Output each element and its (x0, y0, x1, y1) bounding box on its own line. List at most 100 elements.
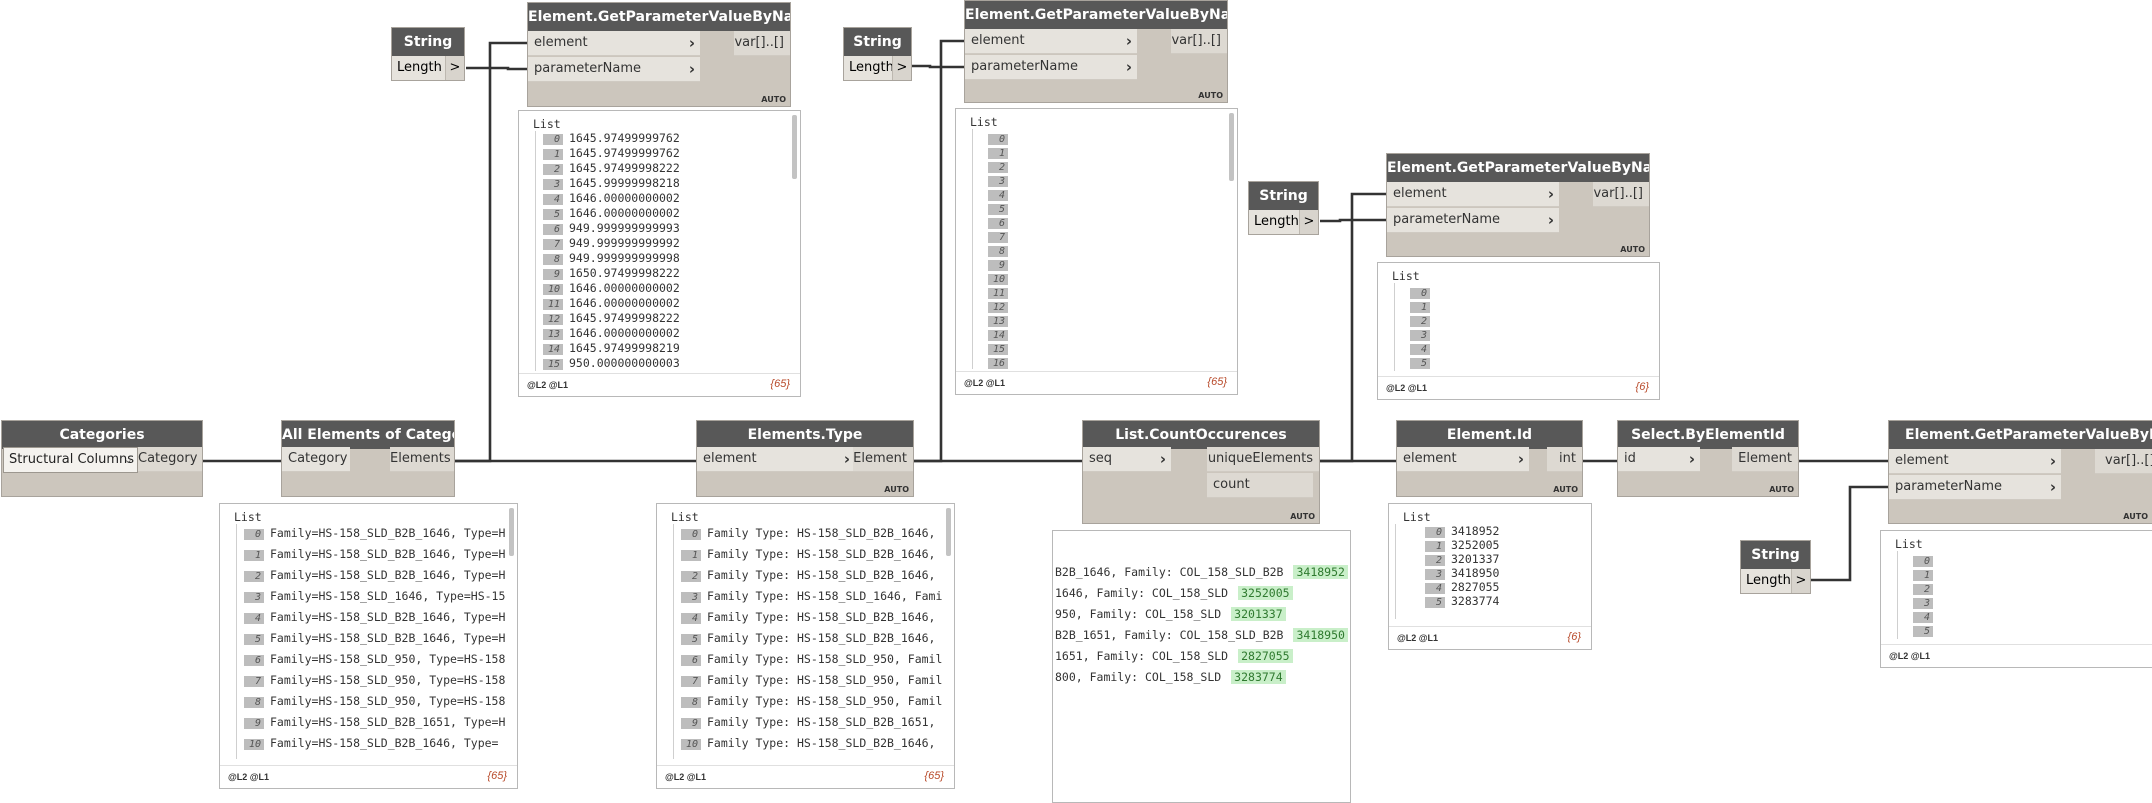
output-port-var[interactable]: var[]..[] (1593, 182, 1649, 207)
input-port-element[interactable]: element › (697, 447, 855, 472)
length-port[interactable]: Length > (392, 56, 464, 80)
list-item: 8 (956, 243, 1237, 257)
chevron-right-icon[interactable]: > (1299, 210, 1318, 234)
list-item: 5 Family=HS-158_SLD_B2B_1646, Type=H (220, 631, 517, 646)
input-port-seq[interactable]: seq › (1083, 447, 1171, 472)
preview-footer: @L2 @L1 {65} (657, 765, 954, 788)
input-port-parameter-name[interactable]: parameterName › (1889, 475, 2061, 500)
chevron-right-icon[interactable]: > (1791, 569, 1810, 593)
input-port-element[interactable]: element › (1889, 449, 2061, 474)
count-occurences-node[interactable]: List.CountOccurences seq › uniqueElements… (1083, 421, 1319, 523)
preview-list-title: List (1392, 269, 1420, 283)
list-levels[interactable]: @L2 @L1 (665, 772, 706, 782)
chevron-right-icon: › (688, 60, 695, 78)
preview-list-title: List (970, 115, 998, 129)
input-port-parameter-name[interactable]: parameterName › (1387, 208, 1559, 233)
preview-get-parameter-1[interactable]: List 0 1645.97499999762 1 1645.97499999762… (518, 110, 801, 397)
lacing-badge[interactable]: AUTO (761, 95, 786, 104)
output-port-count[interactable]: count (1207, 473, 1313, 498)
string-node-2[interactable]: String Length > (844, 28, 911, 80)
element-id-node[interactable]: Element.Id element › int AUTO (1397, 421, 1582, 496)
output-port-var[interactable]: var[]..[] (734, 31, 790, 56)
lacing-badge[interactable]: AUTO (2123, 512, 2148, 521)
list-item: 9 Family Type: HS-158_SLD_B2B_1651, (657, 715, 954, 730)
string-node-4[interactable]: String Length > (1741, 541, 1810, 593)
output-port-var[interactable]: var[]..[] (2095, 449, 2152, 474)
preview-get-parameter-2[interactable]: List 0 1 2 3 4 5 6 7 8 9 10 11 12 13 14 … (955, 108, 1238, 395)
list-item: 10 1646.00000000002 (519, 281, 800, 296)
get-parameter-node-4[interactable]: Element.GetParameterValueByName element ›… (1889, 421, 2152, 523)
port-label: uniqueElements (1207, 451, 1313, 466)
output-port-unique-elements[interactable]: uniqueElements (1207, 447, 1319, 472)
port-label: var[]..[] (1593, 186, 1643, 201)
string-node-1[interactable]: String Length > (392, 28, 464, 80)
list-item: 7 (956, 229, 1237, 243)
categories-node[interactable]: Categories Structural Columns ⌄ Category (2, 421, 202, 496)
lacing-badge[interactable]: AUTO (1769, 485, 1794, 494)
category-dropdown[interactable]: Structural Columns ⌄ (3, 447, 138, 473)
preview-count-occurences[interactable]: B2B_1646, Family: COL_158_SLD_B2B 3418952… (1052, 530, 1351, 803)
input-port-element[interactable]: element › (965, 29, 1137, 54)
input-port-id[interactable]: id › (1618, 447, 1700, 472)
preview-elements-type[interactable]: List 0 Family Type: HS-158_SLD_B2B_1646, … (656, 503, 955, 789)
get-parameter-node-2[interactable]: Element.GetParameterValueByName element ›… (965, 1, 1227, 102)
input-port-element[interactable]: element › (1397, 447, 1529, 472)
string-node-3[interactable]: String Length > (1249, 182, 1318, 234)
list-item: 2 (1881, 581, 2152, 595)
element-id-badge[interactable]: 3418950 (1293, 628, 1348, 642)
list-item: 2 (1378, 313, 1659, 327)
list-item: 0 (1881, 553, 2152, 567)
chevron-right-icon[interactable]: > (445, 56, 464, 80)
output-port-category[interactable]: Category (138, 447, 202, 472)
element-id-badge[interactable]: 3283774 (1231, 670, 1286, 684)
list-levels[interactable]: @L2 @L1 (527, 380, 568, 390)
lacing-badge[interactable]: AUTO (1620, 245, 1645, 254)
element-id-badge[interactable]: 2827055 (1238, 649, 1293, 663)
output-port-int[interactable]: int (1547, 447, 1582, 472)
input-port-element[interactable]: element › (1387, 182, 1559, 207)
output-port-elements[interactable]: Elements (390, 447, 454, 472)
preview-element-id[interactable]: List 0 3418952 1 3252005 2 3201337 3 3418950… (1388, 503, 1592, 650)
list-levels[interactable]: @L2 @L1 (1386, 383, 1427, 393)
output-port-element[interactable]: Element (1732, 447, 1798, 472)
port-label: var[]..[] (2105, 453, 2152, 468)
preview-get-parameter-3[interactable]: List 0 1 2 3 4 5 @L2 @L1 {6} (1377, 262, 1660, 400)
preview-get-parameter-4[interactable]: List 0 1 2 3 4 5 @L2 @L1 (1880, 530, 2152, 668)
preview-rows: 0 Family Type: HS-158_SLD_B2B_1646, 1 Fami… (657, 526, 954, 766)
select-by-element-id-node[interactable]: Select.ByElementId id › Element AUTO (1618, 421, 1798, 496)
list-levels[interactable]: @L2 @L1 (1889, 651, 1930, 661)
wire-string4-to-getparam4 (1811, 485, 1889, 582)
element-id-badge[interactable]: 3252005 (1238, 586, 1293, 600)
get-parameter-node-3[interactable]: Element.GetParameterValueByName element ›… (1387, 154, 1649, 256)
length-port[interactable]: Length > (1741, 569, 1810, 593)
wire-string2-to-getparam2 (911, 64, 965, 69)
lacing-badge[interactable]: AUTO (1290, 512, 1315, 521)
item-count: {65} (487, 770, 507, 782)
input-port-parameter-name[interactable]: parameterName › (965, 55, 1137, 80)
list-levels[interactable]: @L2 @L1 (228, 772, 269, 782)
list-levels[interactable]: @L2 @L1 (1397, 633, 1438, 643)
list-item: 3 (1378, 327, 1659, 341)
length-port[interactable]: Length > (844, 56, 911, 80)
preview-all-elements[interactable]: List 0 Family=HS-158_SLD_B2B_1646, Type=H… (219, 503, 518, 789)
chevron-down-icon[interactable]: ⌄ (124, 448, 133, 472)
input-port-parameter-name[interactable]: parameterName › (528, 57, 700, 82)
chevron-right-icon[interactable]: > (892, 56, 911, 80)
input-port-element[interactable]: element › (528, 31, 700, 56)
output-port-var[interactable]: var[]..[] (1171, 29, 1227, 54)
list-item: 4 2827055 (1401, 580, 1591, 594)
length-port[interactable]: Length > (1249, 210, 1318, 234)
preview-footer: @L2 @L1 {65} (519, 373, 800, 396)
lacing-badge[interactable]: AUTO (1198, 91, 1223, 100)
port-label: element (1895, 453, 1949, 468)
elements-type-node[interactable]: Elements.Type element › Element AUTO (697, 421, 913, 496)
list-levels[interactable]: @L2 @L1 (964, 378, 1005, 388)
element-id-badge[interactable]: 3418952 (1293, 565, 1348, 579)
output-port-element[interactable]: Element (853, 447, 913, 472)
element-id-badge[interactable]: 3201337 (1231, 607, 1286, 621)
all-elements-node[interactable]: All Elements of Category Category Elemen… (282, 421, 454, 496)
lacing-badge[interactable]: AUTO (884, 485, 909, 494)
lacing-badge[interactable]: AUTO (1553, 485, 1578, 494)
get-parameter-node-1[interactable]: Element.GetParameterValueByName element ›… (528, 3, 790, 106)
input-port-category[interactable]: Category (282, 447, 350, 472)
